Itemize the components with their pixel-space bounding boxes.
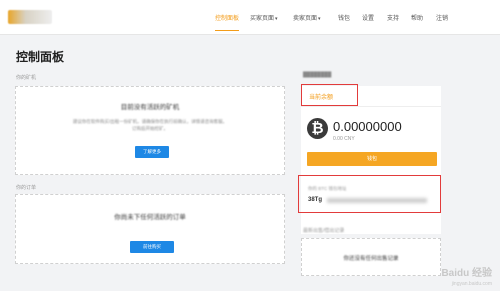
miners-section-label: 你的矿机 [16, 75, 37, 81]
nav-buyer-label: 买家页面 [250, 16, 275, 22]
nav-dashboard[interactable]: 控制面板 [215, 13, 240, 31]
nav-settings[interactable]: 设置 [362, 13, 374, 22]
miners-empty-title: 目前没有活跃的矿机 [120, 104, 180, 111]
bitcoin-icon: ₿ [307, 118, 328, 139]
learn-more-button[interactable]: 了解更多 [135, 146, 169, 158]
page-title: 控制面板 [16, 50, 65, 64]
balance-card: 当前余额 ₿ 0.00000000 0.00 CNY 钱包 你的 BTC 钱包地… [298, 84, 441, 234]
address-highlight [298, 175, 441, 213]
baidu-watermark: Baidu 经验 [441, 268, 492, 279]
orders-empty-title: 你尚未下任何活跃的订单 [114, 214, 186, 221]
chevron-down-icon: ▾ [275, 16, 278, 22]
balance-tab-label[interactable]: 当前余额 [309, 92, 333, 101]
nav-support[interactable]: 支持 [387, 13, 399, 22]
nav-help[interactable]: 帮助 [411, 13, 423, 22]
miners-desc-line1: 建议你在软件购买/出租一份矿机，请确保你在执行前确认，详情请咨询客服。 [72, 119, 228, 124]
transfers-section-label: 最新出售/借出记录 [303, 228, 345, 234]
miners-desc-line2: 订购后开始挖矿。 [132, 126, 168, 131]
nav-seller-label: 卖家页面 [293, 16, 318, 22]
nav-logout[interactable]: 注销 [436, 13, 448, 22]
top-navigation-bar: 控制面板 买家页面▾ 卖家页面▾ 钱包 设置 支持 帮助 注销 [0, 0, 500, 35]
address-blurred-part [327, 198, 427, 203]
address-label: 你的 BTC 钱包地址 [308, 186, 347, 191]
site-logo[interactable] [8, 10, 52, 24]
transfers-panel: 你还没有任何出售记录 [301, 238, 441, 276]
miners-panel: 目前没有活跃的矿机 建议你在软件购买/出租一份矿机，请确保你在执行前确认，详情请… [15, 86, 285, 175]
nav-buyer[interactable]: 买家页面▾ [250, 13, 278, 22]
orders-panel: 你尚未下任何活跃的订单 前往购买 [15, 194, 285, 264]
nav-seller[interactable]: 卖家页面▾ [293, 13, 321, 22]
orders-section-label: 你的订单 [16, 185, 37, 191]
go-buy-button[interactable]: 前往购买 [130, 241, 174, 253]
balance-amount: 0.00000000 [333, 119, 402, 134]
miners-description: 建议你在软件购买/出租一份矿机，请确保你在执行前确认，详情请咨询客服。 订购后开… [16, 118, 284, 132]
balance-cny: 0.00 CNY [333, 136, 355, 142]
wallet-button[interactable]: 钱包 [307, 152, 437, 166]
chevron-down-icon: ▾ [318, 16, 321, 22]
divider [301, 106, 441, 107]
baidu-watermark-url: jingyan.baidu.com [451, 281, 492, 287]
btc-address[interactable]: 38Tg [308, 197, 322, 203]
balance-header-blurred: ████████ [303, 72, 332, 78]
transfers-empty-text: 你还没有任何出售记录 [343, 256, 399, 262]
nav-wallet[interactable]: 钱包 [338, 13, 350, 22]
